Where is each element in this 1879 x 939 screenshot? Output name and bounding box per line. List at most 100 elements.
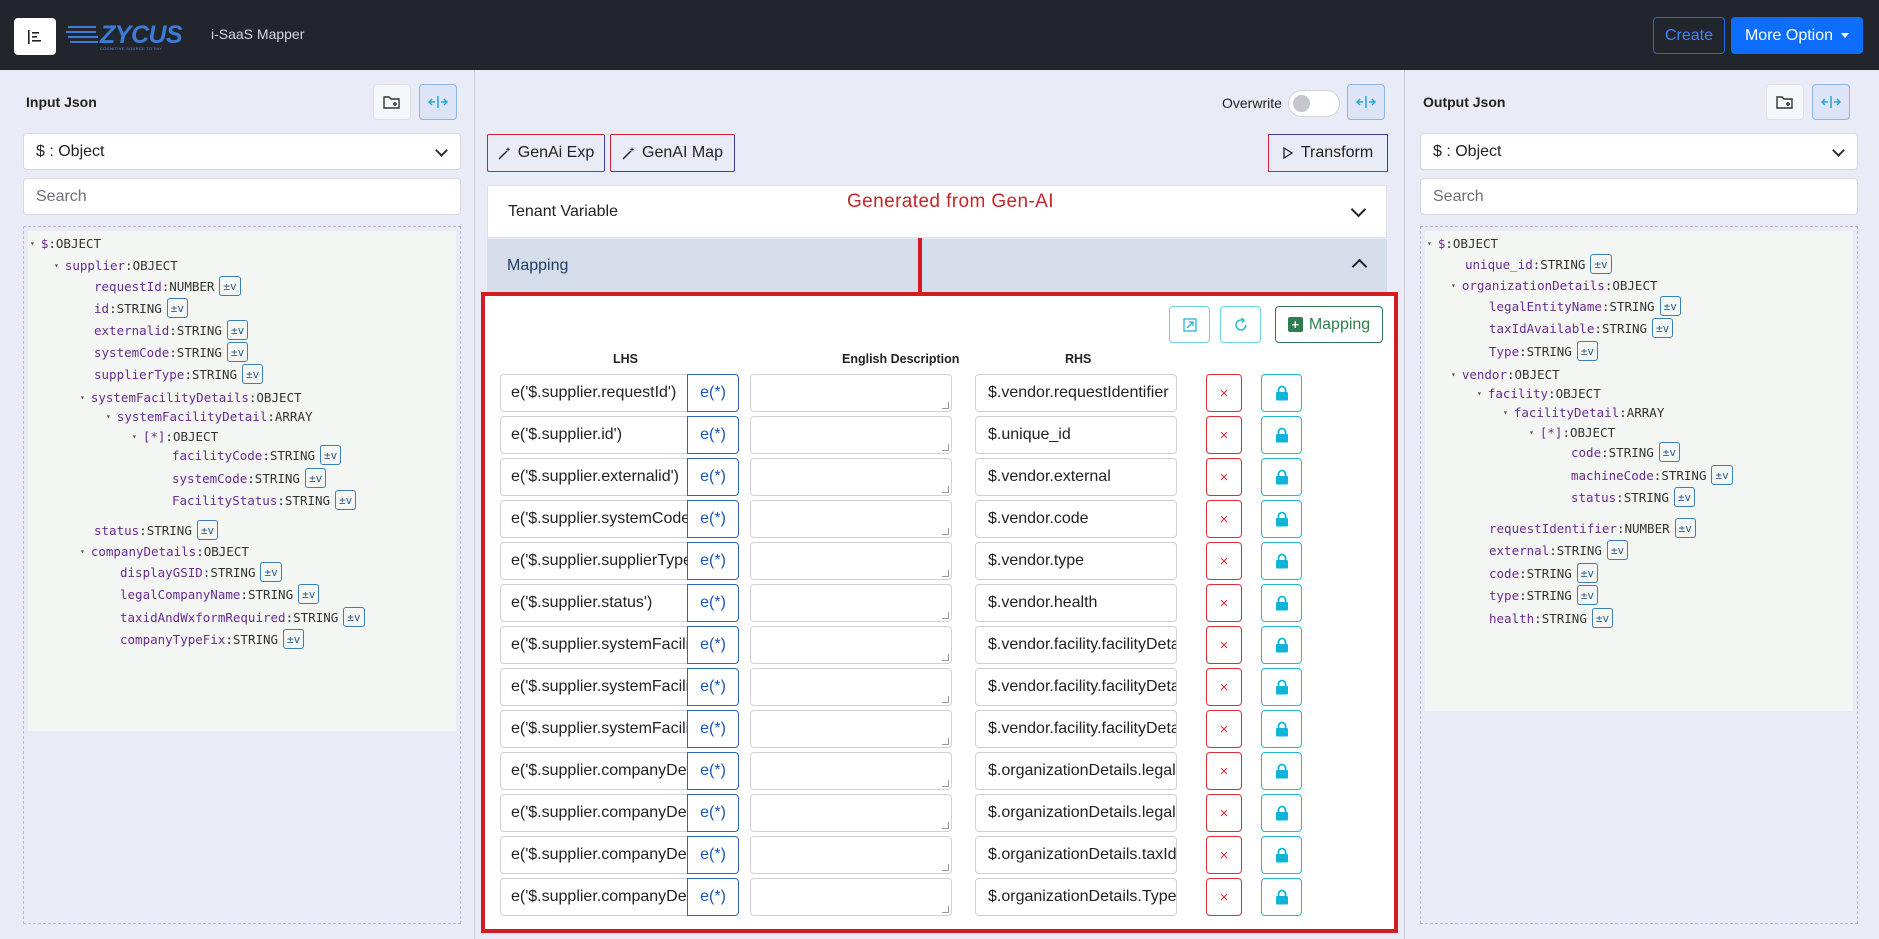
caret-down-icon[interactable]: ▾ xyxy=(80,393,85,402)
lock-button[interactable] xyxy=(1261,710,1302,748)
tree-node[interactable]: externalid: STRING ±v xyxy=(94,320,249,340)
rhs-path-input[interactable]: $.vendor.external xyxy=(975,458,1177,496)
lhs-expression-input[interactable]: e('$.supplier.id') xyxy=(500,416,688,454)
tree-node[interactable]: companyTypeFix: STRING ±v xyxy=(120,629,305,649)
delete-row-button[interactable]: × xyxy=(1206,374,1242,412)
tree-node[interactable]: systemCode: STRING ±v xyxy=(172,468,327,488)
tree-node[interactable]: status: STRING ±v xyxy=(94,520,219,540)
resize-grip-icon[interactable] xyxy=(942,864,949,871)
tree-node[interactable]: ▾ $: OBJECT xyxy=(1427,234,1498,252)
resize-grip-icon[interactable] xyxy=(942,696,949,703)
tree-node[interactable]: machineCode: STRING ±v xyxy=(1571,465,1733,485)
lock-button[interactable] xyxy=(1261,836,1302,874)
more-option-button[interactable]: More Option xyxy=(1731,17,1863,54)
tree-node[interactable]: ▾ companyDetails: OBJECT xyxy=(80,542,249,560)
delete-row-button[interactable]: × xyxy=(1206,710,1242,748)
lock-button[interactable] xyxy=(1261,626,1302,664)
caret-down-icon[interactable]: ▾ xyxy=(1477,389,1482,398)
rhs-path-input[interactable]: $.vendor.requestIdentifier xyxy=(975,374,1177,412)
tree-node[interactable]: taxidAndWxformRequired: STRING ±v xyxy=(120,607,365,627)
lock-button[interactable] xyxy=(1261,500,1302,538)
value-toggle-button[interactable]: ±v xyxy=(1658,442,1681,462)
tree-node[interactable]: ▾ systemFacilityDetails: OBJECT xyxy=(80,388,302,406)
lhs-expression-input[interactable]: e('$.supplier.systemCode') xyxy=(500,500,688,538)
delete-row-button[interactable]: × xyxy=(1206,584,1242,622)
lhs-expression-input[interactable]: e('$.supplier.status') xyxy=(500,584,688,622)
lock-button[interactable] xyxy=(1261,542,1302,580)
lock-button[interactable] xyxy=(1261,668,1302,706)
caret-down-icon[interactable]: ▾ xyxy=(1503,408,1508,417)
rhs-path-input[interactable]: $.vendor.facility.facilityDetail xyxy=(975,626,1177,664)
resize-grip-icon[interactable] xyxy=(942,738,949,745)
tree-node[interactable]: FacilityStatus: STRING ±v xyxy=(172,490,357,510)
tree-node[interactable]: ▾ $: OBJECT xyxy=(30,234,101,252)
value-toggle-button[interactable]: ±v xyxy=(226,342,249,362)
rhs-path-input[interactable]: $.organizationDetails.Type xyxy=(975,878,1177,916)
sidebar-toggle-button[interactable] xyxy=(14,18,56,55)
value-toggle-button[interactable]: ±v xyxy=(1673,487,1696,507)
rhs-path-input[interactable]: $.organizationDetails.taxIdAvailable xyxy=(975,836,1177,874)
caret-down-icon[interactable]: ▾ xyxy=(1427,239,1432,248)
root-select[interactable]: $ : Object xyxy=(23,133,461,170)
tree-node[interactable]: Type: STRING ±v xyxy=(1489,341,1599,361)
lhs-expression-input[interactable]: e('$.supplier.companyDetails xyxy=(500,794,688,832)
description-textarea[interactable] xyxy=(750,710,952,748)
value-toggle-button[interactable]: ±v xyxy=(320,445,342,465)
add-mapping-button[interactable]: + Mapping xyxy=(1275,306,1383,343)
description-textarea[interactable] xyxy=(750,458,952,496)
import-mapping-button[interactable] xyxy=(1169,306,1210,343)
lock-button[interactable] xyxy=(1261,458,1302,496)
value-toggle-button[interactable]: ±v xyxy=(1590,254,1612,274)
expression-editor-button[interactable]: e(*) xyxy=(687,794,739,832)
tree-node[interactable]: ▾ organizationDetails: OBJECT xyxy=(1451,276,1658,294)
delete-row-button[interactable]: × xyxy=(1206,416,1242,454)
value-toggle-button[interactable]: ±v xyxy=(260,562,282,582)
description-textarea[interactable] xyxy=(750,668,952,706)
refresh-button[interactable] xyxy=(1220,306,1261,343)
value-toggle-button[interactable]: ±v xyxy=(1652,318,1674,338)
tree-node[interactable]: supplierType: STRING ±v xyxy=(94,364,264,384)
rhs-path-input[interactable]: $.vendor.facility.facilityDetail xyxy=(975,710,1177,748)
caret-down-icon[interactable]: ▾ xyxy=(106,412,111,421)
value-toggle-button[interactable]: ±v xyxy=(1674,518,1696,538)
genai-map-button[interactable]: GenAI Map xyxy=(610,134,735,172)
description-textarea[interactable] xyxy=(750,584,952,622)
description-textarea[interactable] xyxy=(750,416,952,454)
tree-node[interactable]: code: STRING ±v xyxy=(1489,563,1599,583)
folder-add-button[interactable] xyxy=(373,84,411,120)
lhs-expression-input[interactable]: e('$.supplier.requestId') xyxy=(500,374,688,412)
caret-down-icon[interactable]: ▾ xyxy=(1451,370,1456,379)
expression-editor-button[interactable]: e(*) xyxy=(687,626,739,664)
description-textarea[interactable] xyxy=(750,794,952,832)
tree-node[interactable]: ▾ systemFacilityDetail: ARRAY xyxy=(106,407,313,425)
lock-button[interactable] xyxy=(1261,584,1302,622)
lock-button[interactable] xyxy=(1261,794,1302,832)
value-toggle-button[interactable]: ±v xyxy=(196,520,219,540)
resize-grip-icon[interactable] xyxy=(942,570,949,577)
rhs-path-input[interactable]: $.vendor.code xyxy=(975,500,1177,538)
value-toggle-button[interactable]: ±v xyxy=(283,629,305,649)
tree-node[interactable]: unique_id: STRING ±v xyxy=(1465,254,1612,274)
value-toggle-button[interactable]: ±v xyxy=(1576,341,1599,361)
tree-node[interactable]: status: STRING ±v xyxy=(1571,487,1696,507)
rhs-path-input[interactable]: $.organizationDetails.legalEntityName xyxy=(975,794,1177,832)
caret-down-icon[interactable]: ▾ xyxy=(54,261,59,270)
rhs-path-input[interactable]: $.unique_id xyxy=(975,416,1177,454)
tree-node[interactable]: ▾ facility: OBJECT xyxy=(1477,384,1601,402)
tree-node[interactable]: taxIdAvailable: STRING ±v xyxy=(1489,318,1674,338)
value-toggle-button[interactable]: ±v xyxy=(1711,465,1733,485)
rhs-path-input[interactable]: $.vendor.facility.facilityDetail xyxy=(975,668,1177,706)
tree-node[interactable]: code: STRING ±v xyxy=(1571,442,1681,462)
delete-row-button[interactable]: × xyxy=(1206,752,1242,790)
value-toggle-button[interactable]: ±v xyxy=(242,364,264,384)
value-toggle-button[interactable]: ±v xyxy=(335,490,357,510)
tree-node[interactable]: requestIdentifier: NUMBER ±v xyxy=(1489,518,1696,538)
tree-node[interactable]: ▾ [*]: OBJECT xyxy=(1529,423,1615,441)
tree-node[interactable]: ▾ supplier: OBJECT xyxy=(54,256,178,274)
search-input[interactable] xyxy=(1420,178,1858,215)
expression-editor-button[interactable]: e(*) xyxy=(687,710,739,748)
delete-row-button[interactable]: × xyxy=(1206,794,1242,832)
description-textarea[interactable] xyxy=(750,836,952,874)
description-textarea[interactable] xyxy=(750,878,952,916)
rhs-path-input[interactable]: $.vendor.health xyxy=(975,584,1177,622)
